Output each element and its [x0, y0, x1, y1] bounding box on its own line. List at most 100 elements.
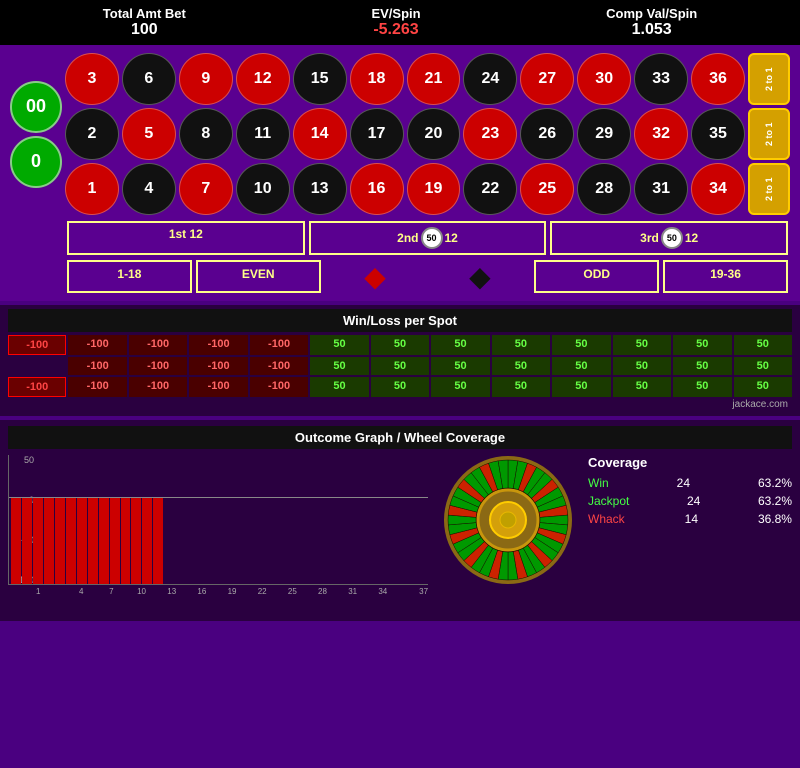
wl-cell: -100 [189, 335, 247, 355]
number-20[interactable]: 20 [407, 108, 461, 160]
number-5[interactable]: 5 [122, 108, 176, 160]
bar-9 [110, 498, 120, 584]
number-9[interactable]: 9 [179, 53, 233, 105]
wl-cell: 50 [371, 357, 429, 375]
nineteen-thirtysix[interactable]: 19-36 [663, 260, 788, 293]
roulette-table: 00 0 36912151821242730333625811141720232… [0, 45, 800, 301]
second-dozen[interactable]: 2nd 50 12 [309, 221, 547, 255]
coverage-jackpot-row: Jackpot 24 63.2% [588, 494, 792, 508]
number-27[interactable]: 27 [520, 53, 574, 105]
wl-cell: -100 [250, 357, 308, 375]
whack-count: 14 [685, 512, 698, 526]
number-31[interactable]: 31 [634, 163, 688, 215]
two-to-one-bot[interactable]: 2 to 1 [748, 163, 790, 215]
black-diamond[interactable] [429, 260, 530, 293]
wl-cell: 50 [431, 357, 489, 375]
two-to-one-top[interactable]: 2 to 1 [748, 53, 790, 105]
number-14[interactable]: 14 [293, 108, 347, 160]
wl-cell: 50 [613, 377, 671, 397]
number-16[interactable]: 16 [350, 163, 404, 215]
wl-cell: 50 [310, 335, 368, 355]
jackpot-label: Jackpot [588, 494, 629, 508]
wl-cell: 50 [673, 335, 731, 355]
number-29[interactable]: 29 [577, 108, 631, 160]
number-19[interactable]: 19 [407, 163, 461, 215]
bar-4 [55, 498, 65, 584]
wl-cell: -100 [129, 357, 187, 375]
number-36[interactable]: 36 [691, 53, 745, 105]
wl-cell: 50 [673, 357, 731, 375]
bar-12 [142, 498, 152, 584]
bar-3 [44, 498, 54, 584]
dozen-row: 1st 12 2nd 50 12 3rd 50 12 [12, 221, 788, 255]
number-17[interactable]: 17 [350, 108, 404, 160]
whack-label: Whack [588, 512, 625, 526]
bar-1 [22, 498, 32, 584]
third-dozen[interactable]: 3rd 50 12 [550, 221, 788, 255]
bar-chart: 50 0 -50 -100 1 4 7 10 13 16 [8, 455, 428, 615]
number-11[interactable]: 11 [236, 108, 290, 160]
bar-13 [153, 498, 163, 584]
numbers-grid: 3691215182124273033362581114172023262932… [65, 53, 745, 215]
outcome-section: Outcome Graph / Wheel Coverage 50 0 -50 … [0, 420, 800, 621]
number-34[interactable]: 34 [691, 163, 745, 215]
wl-cell: -100 [8, 335, 66, 355]
number-25[interactable]: 25 [520, 163, 574, 215]
even[interactable]: EVEN [196, 260, 321, 293]
number-13[interactable]: 13 [293, 163, 347, 215]
wl-cell: 50 [734, 377, 792, 397]
header: Total Amt Bet 100 EV/Spin -5.263 Comp Va… [0, 0, 800, 45]
number-7[interactable]: 7 [179, 163, 233, 215]
wl-cell: 50 [734, 335, 792, 355]
number-4[interactable]: 4 [122, 163, 176, 215]
number-28[interactable]: 28 [577, 163, 631, 215]
odd[interactable]: ODD [534, 260, 659, 293]
number-26[interactable]: 26 [520, 108, 574, 160]
jackpot-pct: 63.2% [758, 494, 792, 508]
total-amt-bet-label: Total Amt Bet [103, 6, 186, 21]
number-23[interactable]: 23 [463, 108, 517, 160]
number-3[interactable]: 3 [65, 53, 119, 105]
number-1[interactable]: 1 [65, 163, 119, 215]
table-area: 00 0 36912151821242730333625811141720232… [10, 53, 790, 215]
first-dozen[interactable]: 1st 12 [67, 221, 305, 255]
win-count: 24 [677, 476, 690, 490]
number-30[interactable]: 30 [577, 53, 631, 105]
roulette-wheel [443, 455, 573, 585]
two-to-one-mid[interactable]: 2 to 1 [748, 108, 790, 160]
number-18[interactable]: 18 [350, 53, 404, 105]
number-2[interactable]: 2 [65, 108, 119, 160]
comp-val-spin-label: Comp Val/Spin [606, 6, 697, 21]
wl-cell: 50 [431, 377, 489, 397]
winloss-title: Win/Loss per Spot [8, 309, 792, 332]
number-22[interactable]: 22 [463, 163, 517, 215]
number-33[interactable]: 33 [634, 53, 688, 105]
wl-cell: 50 [492, 357, 550, 375]
wl-cell: 50 [673, 377, 731, 397]
wl-cell: 50 [552, 377, 610, 397]
number-15[interactable]: 15 [293, 53, 347, 105]
number-21[interactable]: 21 [407, 53, 461, 105]
wl-cell: 50 [371, 335, 429, 355]
whack-pct: 36.8% [758, 512, 792, 526]
wl-cell: 50 [734, 357, 792, 375]
outcome-title: Outcome Graph / Wheel Coverage [8, 426, 792, 449]
red-diamond[interactable] [325, 260, 426, 293]
number-10[interactable]: 10 [236, 163, 290, 215]
number-24[interactable]: 24 [463, 53, 517, 105]
number-35[interactable]: 35 [691, 108, 745, 160]
number-0[interactable]: 0 [10, 136, 62, 188]
coverage-win-row: Win 24 63.2% [588, 476, 792, 490]
outcome-content: 50 0 -50 -100 1 4 7 10 13 16 [8, 455, 792, 615]
bar-5 [66, 498, 76, 584]
one-eighteen[interactable]: 1-18 [67, 260, 192, 293]
ev-spin: EV/Spin -5.263 [371, 6, 420, 39]
number-32[interactable]: 32 [634, 108, 688, 160]
wl-cell: -100 [68, 357, 126, 375]
number-00[interactable]: 00 [10, 81, 62, 133]
bar-7 [88, 498, 98, 584]
number-12[interactable]: 12 [236, 53, 290, 105]
coverage-title: Coverage [588, 455, 792, 470]
number-8[interactable]: 8 [179, 108, 233, 160]
number-6[interactable]: 6 [122, 53, 176, 105]
